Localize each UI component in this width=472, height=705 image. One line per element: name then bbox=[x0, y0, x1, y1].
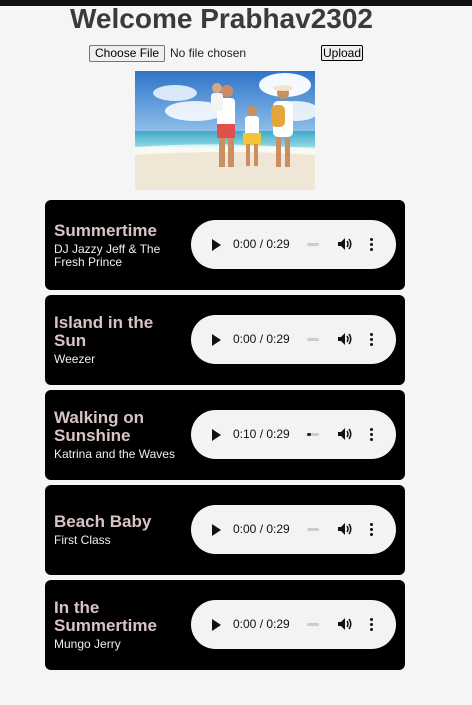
time-display: 0:00 / 0:29 bbox=[233, 332, 290, 346]
song-title: Beach Baby bbox=[54, 512, 152, 531]
song-title: Summertime bbox=[54, 220, 157, 240]
volume-icon[interactable] bbox=[337, 521, 353, 537]
audio-player[interactable]: 0:00 / 0:29 bbox=[191, 220, 396, 269]
song-card: Island in the Sun Weezer 0:00 / 0:29 bbox=[45, 295, 405, 385]
song-list: Summertime DJ Jazzy Jeff & The Fresh Pri… bbox=[45, 200, 405, 675]
song-card: Beach Baby First Class 0:00 / 0:29 bbox=[45, 485, 405, 575]
song-title: Island in the Sun bbox=[54, 313, 154, 350]
play-icon[interactable] bbox=[212, 334, 221, 346]
song-title: Walking on Sunshine bbox=[54, 408, 145, 445]
audio-player[interactable]: 0:00 / 0:29 bbox=[191, 315, 396, 364]
play-icon[interactable] bbox=[212, 524, 221, 536]
audio-player[interactable]: 0:00 / 0:29 bbox=[191, 505, 396, 554]
progress-bar[interactable] bbox=[307, 338, 319, 341]
song-artist: First Class bbox=[54, 533, 111, 547]
play-icon[interactable] bbox=[212, 429, 221, 441]
song-card: In the Summertime Mungo Jerry 0:00 / 0:2… bbox=[45, 580, 405, 670]
beach-family-image bbox=[135, 71, 315, 190]
more-options-icon[interactable] bbox=[369, 331, 375, 347]
more-options-icon[interactable] bbox=[369, 616, 375, 632]
more-options-icon[interactable] bbox=[369, 521, 375, 537]
song-artist: Mungo Jerry bbox=[54, 637, 121, 651]
volume-icon[interactable] bbox=[337, 616, 353, 632]
progress-bar[interactable] bbox=[307, 433, 319, 436]
play-icon[interactable] bbox=[212, 619, 221, 631]
song-title: In the Summertime bbox=[54, 598, 157, 635]
volume-icon[interactable] bbox=[337, 426, 353, 442]
page-title: Welcome Prabhav2302 bbox=[70, 3, 373, 34]
more-options-icon[interactable] bbox=[369, 236, 375, 252]
time-display: 0:00 / 0:29 bbox=[233, 522, 290, 536]
song-artist: Weezer bbox=[54, 352, 96, 366]
time-display: 0:00 / 0:29 bbox=[233, 617, 290, 631]
audio-player[interactable]: 0:10 / 0:29 bbox=[191, 410, 396, 459]
song-card: Walking on Sunshine Katrina and the Wave… bbox=[45, 390, 405, 480]
progress-fill bbox=[307, 433, 312, 436]
more-options-icon[interactable] bbox=[369, 426, 375, 442]
time-display: 0:10 / 0:29 bbox=[233, 427, 290, 441]
choose-file-button[interactable]: Choose File bbox=[89, 45, 166, 62]
play-icon[interactable] bbox=[212, 239, 221, 251]
upload-button[interactable]: Upload bbox=[321, 45, 364, 61]
progress-bar[interactable] bbox=[307, 243, 319, 246]
volume-icon[interactable] bbox=[337, 331, 353, 347]
progress-bar[interactable] bbox=[307, 623, 319, 626]
time-display: 0:00 / 0:29 bbox=[233, 237, 290, 251]
song-artist: DJ Jazzy Jeff & The Fresh Prince bbox=[54, 241, 161, 269]
song-card: Summertime DJ Jazzy Jeff & The Fresh Pri… bbox=[45, 200, 405, 290]
song-artist: Katrina and the Waves bbox=[54, 447, 175, 461]
volume-icon[interactable] bbox=[337, 236, 353, 252]
file-status: No file chosen bbox=[170, 46, 247, 60]
audio-player[interactable]: 0:00 / 0:29 bbox=[191, 600, 396, 649]
progress-bar[interactable] bbox=[307, 528, 319, 531]
